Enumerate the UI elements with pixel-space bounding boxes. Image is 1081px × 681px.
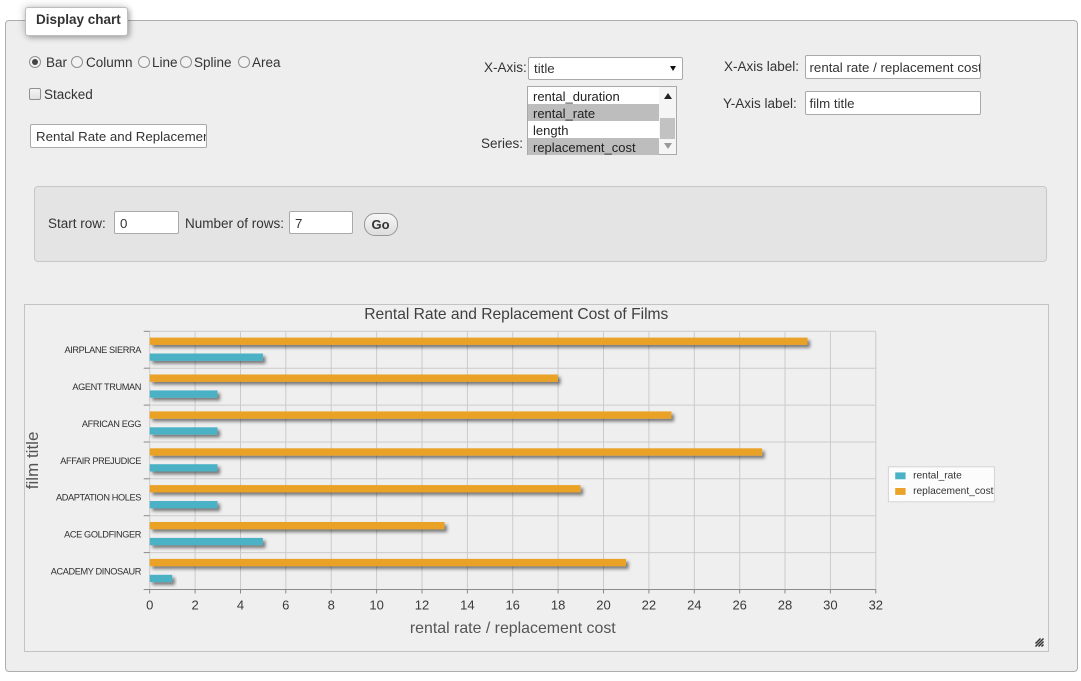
svg-text:18: 18	[551, 597, 565, 612]
svg-text:AGENT TRUMAN: AGENT TRUMAN	[72, 382, 141, 392]
svg-text:AFFAIR PREJUDICE: AFFAIR PREJUDICE	[60, 456, 141, 466]
svg-text:ACE GOLDFINGER: ACE GOLDFINGER	[64, 530, 142, 540]
svg-text:32: 32	[869, 597, 883, 612]
svg-text:0: 0	[146, 597, 153, 612]
svg-text:rental_rate: rental_rate	[913, 471, 962, 482]
svg-text:20: 20	[596, 597, 610, 612]
svg-text:28: 28	[778, 597, 792, 612]
svg-text:30: 30	[823, 597, 837, 612]
svg-text:rental rate / replacement cost: rental rate / replacement cost	[410, 620, 616, 637]
svg-text:8: 8	[328, 597, 335, 612]
svg-text:ACADEMY DINOSAUR: ACADEMY DINOSAUR	[51, 567, 142, 577]
svg-text:6: 6	[282, 597, 289, 612]
svg-text:replacement_cost: replacement_cost	[913, 486, 994, 497]
svg-text:ADAPTATION HOLES: ADAPTATION HOLES	[56, 493, 141, 503]
svg-text:Rental Rate and Replacement Co: Rental Rate and Replacement Cost of Film…	[364, 306, 668, 323]
svg-text:film title: film title	[24, 432, 42, 490]
svg-text:16: 16	[505, 597, 519, 612]
svg-text:24: 24	[687, 597, 701, 612]
svg-text:26: 26	[732, 597, 746, 612]
svg-text:10: 10	[369, 597, 383, 612]
svg-text:AIRPLANE SIERRA: AIRPLANE SIERRA	[64, 345, 142, 355]
svg-text:22: 22	[642, 597, 656, 612]
svg-text:14: 14	[460, 597, 474, 612]
svg-text:12: 12	[415, 597, 429, 612]
svg-text:4: 4	[237, 597, 244, 612]
svg-text:2: 2	[191, 597, 198, 612]
svg-text:AFRICAN EGG: AFRICAN EGG	[82, 419, 141, 429]
